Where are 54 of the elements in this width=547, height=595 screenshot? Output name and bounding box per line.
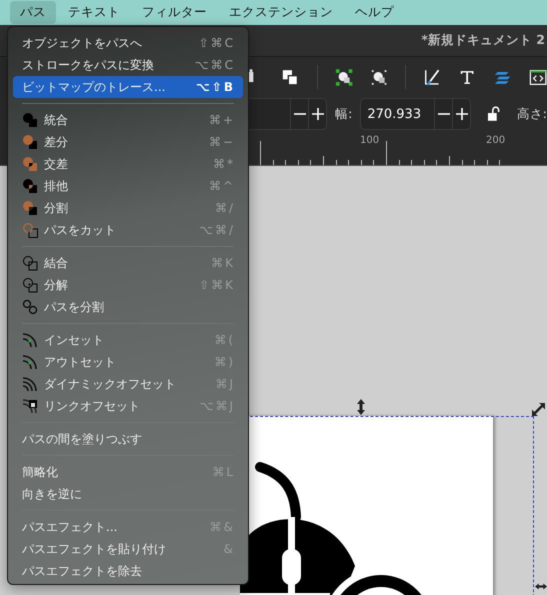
width-field[interactable]: 270.933 [360, 98, 472, 130]
menu-item[interactable]: 統合 ⌘+ [13, 109, 243, 131]
menu-item[interactable]: ストロークをパスに変換 ⌥⌘C [13, 54, 243, 76]
scale-handle-icon[interactable] [532, 403, 545, 416]
menu-item[interactable]: パスエフェクトを除去 [13, 560, 243, 582]
menu-item[interactable]: 結合 ⌘K [13, 252, 243, 274]
menu-item[interactable]: パスをカット ⌥⌘/ [13, 219, 243, 241]
menu-bar-item[interactable]: エクステンション [219, 1, 343, 24]
arcs-icon [22, 354, 38, 370]
outline-shapes-icon [22, 255, 38, 271]
menu-bar-item[interactable]: テキスト [58, 1, 130, 24]
shapes-icon [22, 156, 38, 172]
scale-handle-icon[interactable] [535, 582, 547, 591]
node-icon[interactable] [334, 68, 353, 86]
menu-item[interactable]: パスエフェクトを貼り付け & [13, 538, 243, 560]
menu-bar-item[interactable]: パス [10, 1, 56, 24]
menu-item[interactable]: パスの間を塗りつぶす [13, 428, 243, 450]
window-title: *新規ドキュメント 2 [421, 32, 545, 49]
shapes-icon [22, 178, 38, 194]
ruler-label: 100 [360, 135, 380, 146]
menu-item[interactable]: パスエフェクト... ⌘& [13, 516, 243, 538]
menu-item[interactable]: 分割 ⌘/ [13, 197, 243, 219]
node-icon[interactable] [370, 68, 388, 86]
outline-shapes-icon [22, 222, 38, 238]
menu-item[interactable]: 交差 ⌘* [13, 153, 243, 175]
menu-item[interactable]: オブジェクトをパスへ ⇧⌘C [13, 32, 243, 54]
width-label: 幅: [335, 106, 352, 122]
menu-item[interactable]: ビットマップのトレース... ⌥⇧B [13, 76, 243, 98]
two-circles-icon [22, 299, 38, 315]
ungroup-icon[interactable] [281, 68, 300, 86]
arcs-lock-icon [22, 398, 38, 414]
menu-item[interactable]: 向きを逆に [13, 483, 243, 505]
menu-item[interactable]: アウトセット ⌘) [13, 351, 243, 373]
scale-handle-icon[interactable] [356, 399, 366, 415]
unlocked-icon[interactable] [487, 106, 501, 122]
menu-item[interactable]: インセット ⌘( [13, 329, 243, 351]
menu-item[interactable]: 差分 ⌘− [13, 131, 243, 153]
height-label: 高さ: [516, 106, 547, 122]
menu-item[interactable]: 排他 ⌘^ [13, 175, 243, 197]
outline-shapes-icon [22, 277, 38, 293]
menu-item[interactable]: 分解 ⇧⌘K [13, 274, 243, 296]
arcs-icon [22, 332, 38, 348]
xml-editor-icon[interactable] [528, 68, 547, 86]
pen-icon[interactable] [423, 68, 442, 86]
plus-icon[interactable] [454, 107, 469, 121]
menu-bar-item[interactable]: フィルター [132, 1, 217, 24]
menu-item[interactable]: パスを分割 [13, 296, 243, 318]
shapes-icon [22, 200, 38, 216]
shapes-icon [22, 112, 38, 128]
arcs-icon [22, 376, 38, 392]
plus-icon[interactable] [310, 107, 325, 121]
shapes-icon [22, 134, 38, 150]
ruler-label: 200 [486, 135, 506, 146]
menu-bar-item[interactable]: ヘルプ [345, 1, 404, 24]
